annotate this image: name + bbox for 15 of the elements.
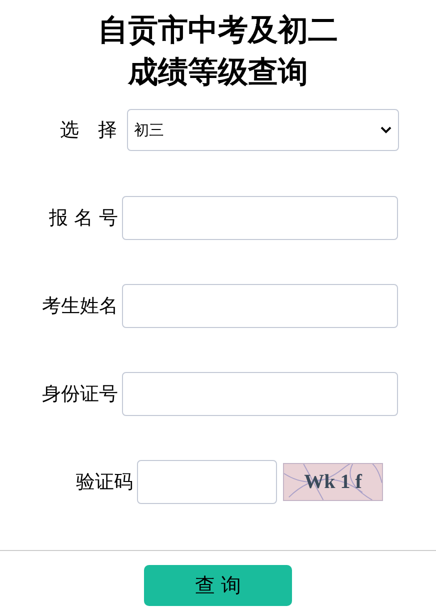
field-label: 身份证号 [41, 382, 118, 407]
input-field[interactable] [122, 372, 398, 416]
page-title: 自贡市中考及初二 [98, 12, 338, 50]
grade-select[interactable]: 初三 [127, 109, 399, 151]
captcha-field[interactable] [137, 460, 277, 504]
query-button[interactable]: 查 询 [144, 565, 292, 606]
field-label: 验证码 [75, 470, 133, 495]
field-label: 选 择 [59, 118, 117, 143]
input-field[interactable] [122, 196, 398, 240]
captcha-image[interactable]: Wk 1 f [283, 463, 383, 501]
input-field[interactable] [122, 284, 398, 328]
chevron-down-icon [380, 126, 392, 134]
page-title: 成绩等级查询 [128, 54, 308, 92]
field-label: 报 名 号 [48, 206, 118, 231]
field-label: 考生姓名 [41, 294, 118, 319]
